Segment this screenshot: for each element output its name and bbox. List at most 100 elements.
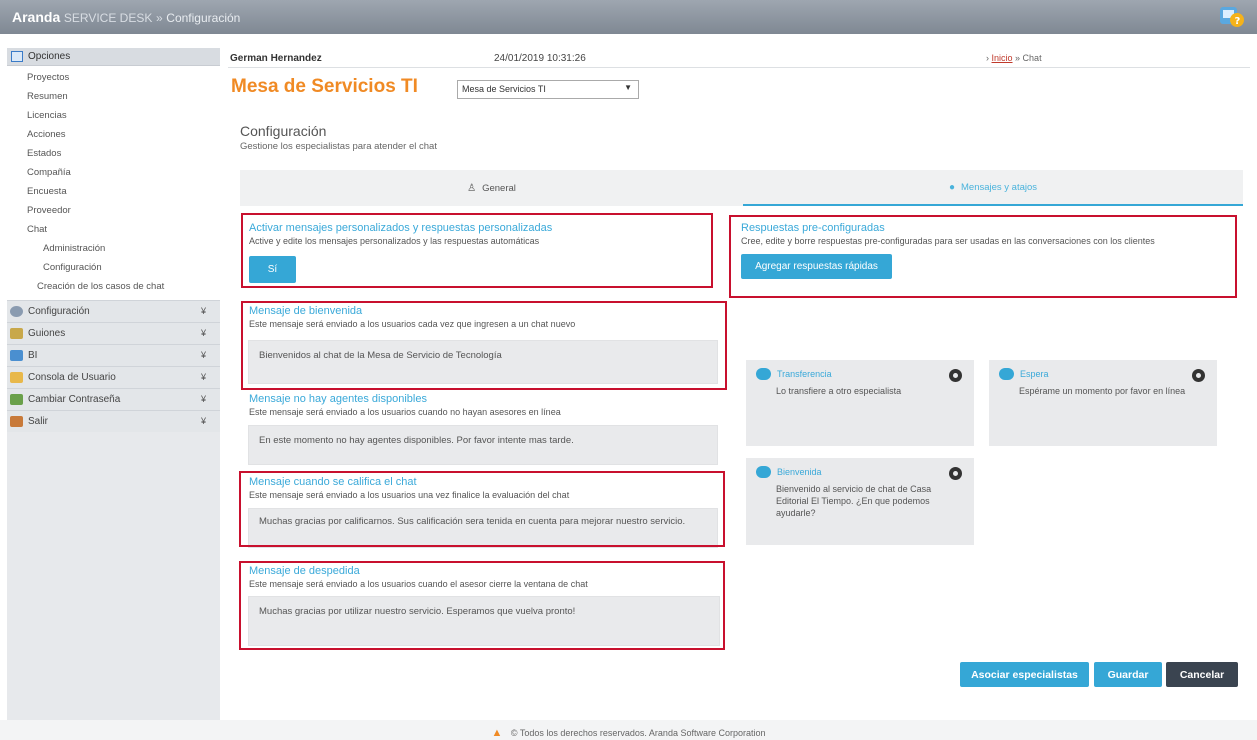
sidebar-menu-label: Cambiar Contraseña: [28, 394, 121, 405]
sidebar-menu-label: Guiones: [28, 328, 66, 339]
user-icon: ♙: [467, 182, 477, 194]
no-agents-section: Mensaje no hay agentes disponibles Este …: [249, 393, 719, 417]
app-brand: Aranda SERVICE DESK » Configuración: [12, 9, 240, 25]
sidebar-options-header[interactable]: Opciones: [7, 48, 220, 66]
project-select-value: Mesa de Servicios TI: [462, 84, 546, 94]
page-title: Mesa de Servicios TI: [231, 76, 418, 97]
chevron-down-icon: ¥: [200, 394, 206, 404]
sidebar-item-chat-casos[interactable]: Creación de los casos de chat: [7, 277, 220, 296]
script-icon: [10, 328, 23, 339]
sidebar-item-compania[interactable]: Compañía: [7, 163, 220, 182]
sidebar-options-list: Proyectos Resumen Licencias Acciones Est…: [7, 66, 220, 300]
tab-bar: ♙ General ● Mensajes y atajos: [240, 170, 1243, 206]
chevron-down-icon: ¥: [200, 416, 206, 426]
sidebar-item-chat-administracion[interactable]: Administración: [7, 239, 220, 258]
svg-text:?: ?: [1235, 16, 1241, 27]
breadcrumb-home-link[interactable]: Inicio: [992, 53, 1013, 63]
sidebar-item-licencias[interactable]: Licencias: [7, 106, 220, 125]
options-icon: [11, 51, 23, 62]
quick-reply-title: Bienvenida: [777, 467, 822, 477]
chat-bubble-icon: [999, 368, 1014, 380]
highlight-welcome: [241, 301, 727, 390]
preconfig-section: Respuestas pre-configuradas Cree, edite …: [741, 222, 1235, 246]
quick-reply-title-row: Transferencia: [756, 368, 964, 380]
sidebar: Opciones Proyectos Resumen Licencias Acc…: [7, 48, 220, 720]
preconfig-description: Cree, edite y borre respuestas pre-confi…: [741, 236, 1155, 246]
help-icon[interactable]: ?: [1217, 3, 1245, 31]
quick-reply-title: Transferencia: [777, 369, 832, 379]
footer-text: © Todos los derechos reservados. Aranda …: [510, 728, 766, 738]
quick-reply-text: Espérame un momento por favor en línea: [1019, 386, 1186, 396]
close-icon[interactable]: [949, 467, 962, 480]
quick-reply-card[interactable]: Espera Espérame un momento por favor en …: [989, 360, 1217, 446]
sidebar-item-estados[interactable]: Estados: [7, 144, 220, 163]
close-icon[interactable]: [949, 369, 962, 382]
product-name: SERVICE DESK: [63, 11, 153, 25]
chevron-down-icon: ¥: [200, 328, 206, 338]
section-name: Configuración: [166, 11, 241, 25]
quick-reply-title: Espera: [1020, 369, 1049, 379]
config-title: Configuración: [240, 123, 327, 139]
console-icon: [10, 372, 23, 383]
sidebar-menu-label: Salir: [28, 416, 49, 427]
sidebar-menu-label: BI: [28, 350, 38, 361]
cancel-button[interactable]: Cancelar: [1166, 662, 1238, 687]
brand-name: Aranda: [12, 9, 61, 25]
chat-bubble-icon: [756, 368, 771, 380]
tab-messages-label: Mensajes y atajos: [961, 181, 1038, 193]
no-agents-description: Este mensaje será enviado a los usuarios…: [249, 407, 561, 417]
sidebar-item-encuesta[interactable]: Encuesta: [7, 182, 220, 201]
key-icon: [10, 394, 23, 405]
chat-bubble-icon: [756, 466, 771, 478]
sidebar-item-chat-configuracion[interactable]: Configuración: [7, 258, 220, 277]
quick-reply-card[interactable]: Bienvenida Bienvenido al servicio de cha…: [746, 458, 974, 545]
info-bar: German Hernandez 24/01/2019 10:31:26 › I…: [228, 48, 1250, 68]
tab-general-label: General: [482, 182, 516, 194]
save-button[interactable]: Guardar: [1094, 662, 1162, 687]
user-name: German Hernandez: [230, 53, 322, 64]
close-icon[interactable]: [1192, 369, 1205, 382]
add-quick-replies-button[interactable]: Agregar respuestas rápidas: [741, 254, 892, 279]
preconfig-title: Respuestas pre-configuradas: [741, 222, 885, 234]
no-agents-title: Mensaje no hay agentes disponibles: [249, 393, 427, 405]
sidebar-item-resumen[interactable]: Resumen: [7, 87, 220, 106]
sidebar-item-acciones[interactable]: Acciones: [7, 125, 220, 144]
quick-reply-card[interactable]: Transferencia Lo transfiere a otro espec…: [746, 360, 974, 446]
chevron-down-icon: ¥: [200, 306, 206, 316]
highlight-rating: [239, 471, 725, 547]
sidebar-menu-consola[interactable]: Consola de Usuario ¥: [7, 366, 220, 388]
warning-icon: ▲: [491, 727, 503, 739]
sidebar-menu-label: Configuración: [28, 306, 90, 317]
gear-icon: [10, 306, 23, 317]
app-header-bar: Aranda SERVICE DESK » Configuración ?: [0, 0, 1257, 34]
brand-separator: »: [155, 11, 163, 25]
sidebar-menu-label: Consola de Usuario: [28, 372, 116, 383]
sidebar-options-label: Opciones: [28, 51, 71, 62]
breadcrumb-current: » Chat: [1015, 53, 1042, 63]
tab-messages[interactable]: ● Mensajes y atajos: [743, 170, 1243, 206]
exit-icon: [10, 416, 23, 427]
quick-reply-text: Lo transfiere a otro especialista: [776, 386, 902, 396]
no-agents-message-field[interactable]: En este momento no hay agentes disponibl…: [248, 425, 718, 465]
assign-specialists-button[interactable]: Asociar especialistas: [960, 662, 1089, 687]
project-select[interactable]: Mesa de Servicios TI ▼: [457, 80, 639, 99]
tab-general[interactable]: ♙ General: [240, 170, 743, 206]
sidebar-menu-contrasena[interactable]: Cambiar Contraseña ¥: [7, 388, 220, 410]
sidebar-item-chat[interactable]: Chat: [7, 220, 220, 239]
sidebar-menu-salir[interactable]: Salir ¥: [7, 410, 220, 432]
quick-reply-title-row: Espera: [999, 368, 1207, 380]
breadcrumb: › Inicio » Chat: [986, 53, 1042, 63]
chevron-down-icon: ¥: [200, 350, 206, 360]
quick-reply-title-row: Bienvenida: [756, 466, 964, 478]
sidebar-item-proyectos[interactable]: Proyectos: [7, 68, 220, 87]
chat-bubble-icon: ●: [948, 181, 955, 193]
datetime: 24/01/2019 10:31:26: [494, 53, 586, 64]
quick-reply-text: Bienvenido al servicio de chat de Casa E…: [776, 484, 932, 518]
breadcrumb-separator: ›: [986, 53, 989, 63]
sidebar-menu-configuracion[interactable]: Configuración ¥: [7, 300, 220, 322]
sidebar-menu-guiones[interactable]: Guiones ¥: [7, 322, 220, 344]
highlight-activate: [241, 213, 713, 288]
highlight-farewell: [239, 561, 725, 650]
sidebar-item-proveedor[interactable]: Proveedor: [7, 201, 220, 220]
sidebar-menu-bi[interactable]: BI ¥: [7, 344, 220, 366]
